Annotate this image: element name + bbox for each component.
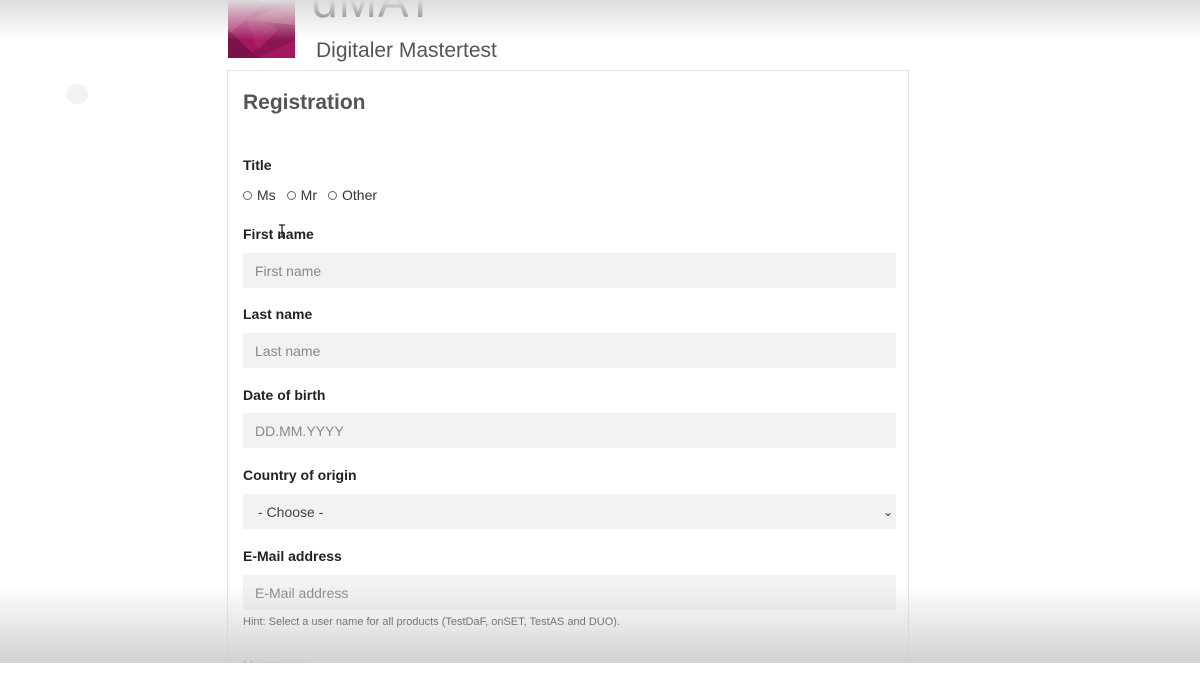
text-cursor-icon [279,224,285,238]
radio-option-ms[interactable]: Ms [243,187,276,203]
radio-button-ms[interactable] [243,190,252,200]
page: dMAT Digitaler Mastertest Registration T… [0,0,1200,675]
chevron-down-icon: ⌄ [882,504,893,519]
email-input[interactable] [243,575,896,610]
top-shade [0,0,1200,40]
dmat-logo-icon [228,0,295,58]
first-name-input[interactable] [243,253,896,288]
radio-button-mr[interactable] [286,190,296,200]
radio-option-other[interactable]: Other [328,187,377,203]
title-radio-group: Ms Mr Other [243,187,388,203]
date-of-birth-label: Date of birth [243,387,326,403]
form-title: Registration [243,91,366,114]
date-of-birth-input[interactable] [243,413,896,448]
radio-label-other: Other [342,187,378,203]
logo-subtitle: Digitaler Mastertest [316,39,497,62]
last-name-input[interactable] [243,333,896,368]
email-label: E-Mail address [243,548,342,564]
radio-button-other[interactable] [328,190,337,200]
country-select[interactable]: - Choose - ⌄ [243,494,896,529]
logo-title: dMAT [312,0,436,27]
last-name-label: Last name [243,306,313,322]
bottom-bar [0,663,1200,675]
registration-card: Registration Title Ms Mr Other First nam… [227,70,909,675]
radio-option-mr[interactable]: Mr [286,187,317,203]
country-selected-value: - Choose - [258,503,324,520]
radio-label-mr: Mr [300,187,317,203]
title-label: Title [243,157,272,173]
radio-label-ms: Ms [257,187,276,203]
faint-background-mark [66,84,88,104]
username-hint: Hint: Select a user name for all product… [243,616,621,628]
country-label: Country of origin [243,467,357,483]
